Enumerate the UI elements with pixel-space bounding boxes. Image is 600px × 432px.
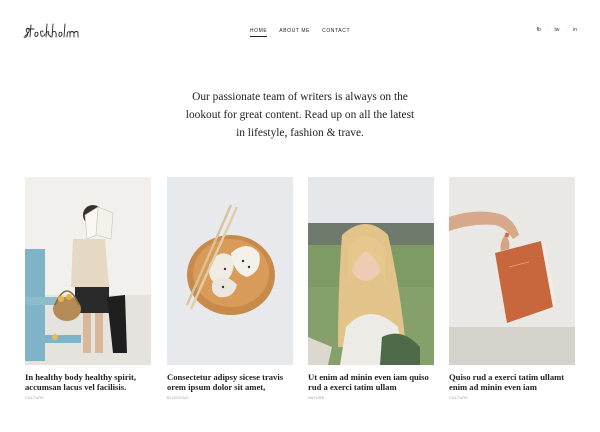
post-title[interactable]: Quiso rud a exerci tatim ullamt enim ad … bbox=[449, 372, 575, 392]
post-title[interactable]: Ut enim ad minin even iam quiso rud a ex… bbox=[308, 372, 434, 392]
main-nav: HOME ABOUT ME CONTACT bbox=[0, 28, 600, 37]
intro-text: Our passionate team of writers is always… bbox=[185, 91, 415, 139]
twitter-icon[interactable]: tw bbox=[554, 27, 559, 33]
post-image-hand-notebook[interactable] bbox=[449, 177, 575, 365]
post-category[interactable]: NATURE bbox=[308, 396, 434, 400]
nav-about-me[interactable]: ABOUT ME bbox=[279, 28, 310, 36]
post-category[interactable]: CULTURE bbox=[449, 396, 575, 400]
nav-home[interactable]: HOME bbox=[249, 28, 268, 37]
post-image-woman-reading[interactable] bbox=[25, 177, 151, 365]
post-category[interactable]: BLOGGING bbox=[167, 396, 293, 400]
separator-dot: · bbox=[546, 27, 549, 33]
post-card[interactable]: Consectetur adipsy sicese travis orem ip… bbox=[167, 177, 293, 400]
post-card[interactable]: Quiso rud a exerci tatim ullamt enim ad … bbox=[449, 177, 575, 400]
post-image-dumplings[interactable] bbox=[167, 177, 293, 365]
facebook-icon[interactable]: fb bbox=[537, 27, 541, 33]
nav-contact[interactable]: CONTACT bbox=[322, 28, 350, 36]
post-card[interactable]: In healthy body healthy spirit, accumsan… bbox=[25, 177, 151, 400]
post-card[interactable]: Ut enim ad minin even iam quiso rud a ex… bbox=[308, 177, 434, 400]
post-image-blonde-woman[interactable] bbox=[308, 177, 434, 365]
post-category[interactable]: CULTURE bbox=[25, 396, 151, 400]
linkedin-icon[interactable]: in bbox=[573, 27, 577, 33]
post-title[interactable]: In healthy body healthy spirit, accumsan… bbox=[25, 372, 151, 392]
site-header: HOME ABOUT ME CONTACT fb · tw · in bbox=[0, 0, 600, 62]
social-links: fb · tw · in bbox=[531, 27, 577, 33]
post-title[interactable]: Consectetur adipsy sicese travis orem ip… bbox=[167, 372, 293, 392]
separator-dot: · bbox=[565, 27, 568, 33]
